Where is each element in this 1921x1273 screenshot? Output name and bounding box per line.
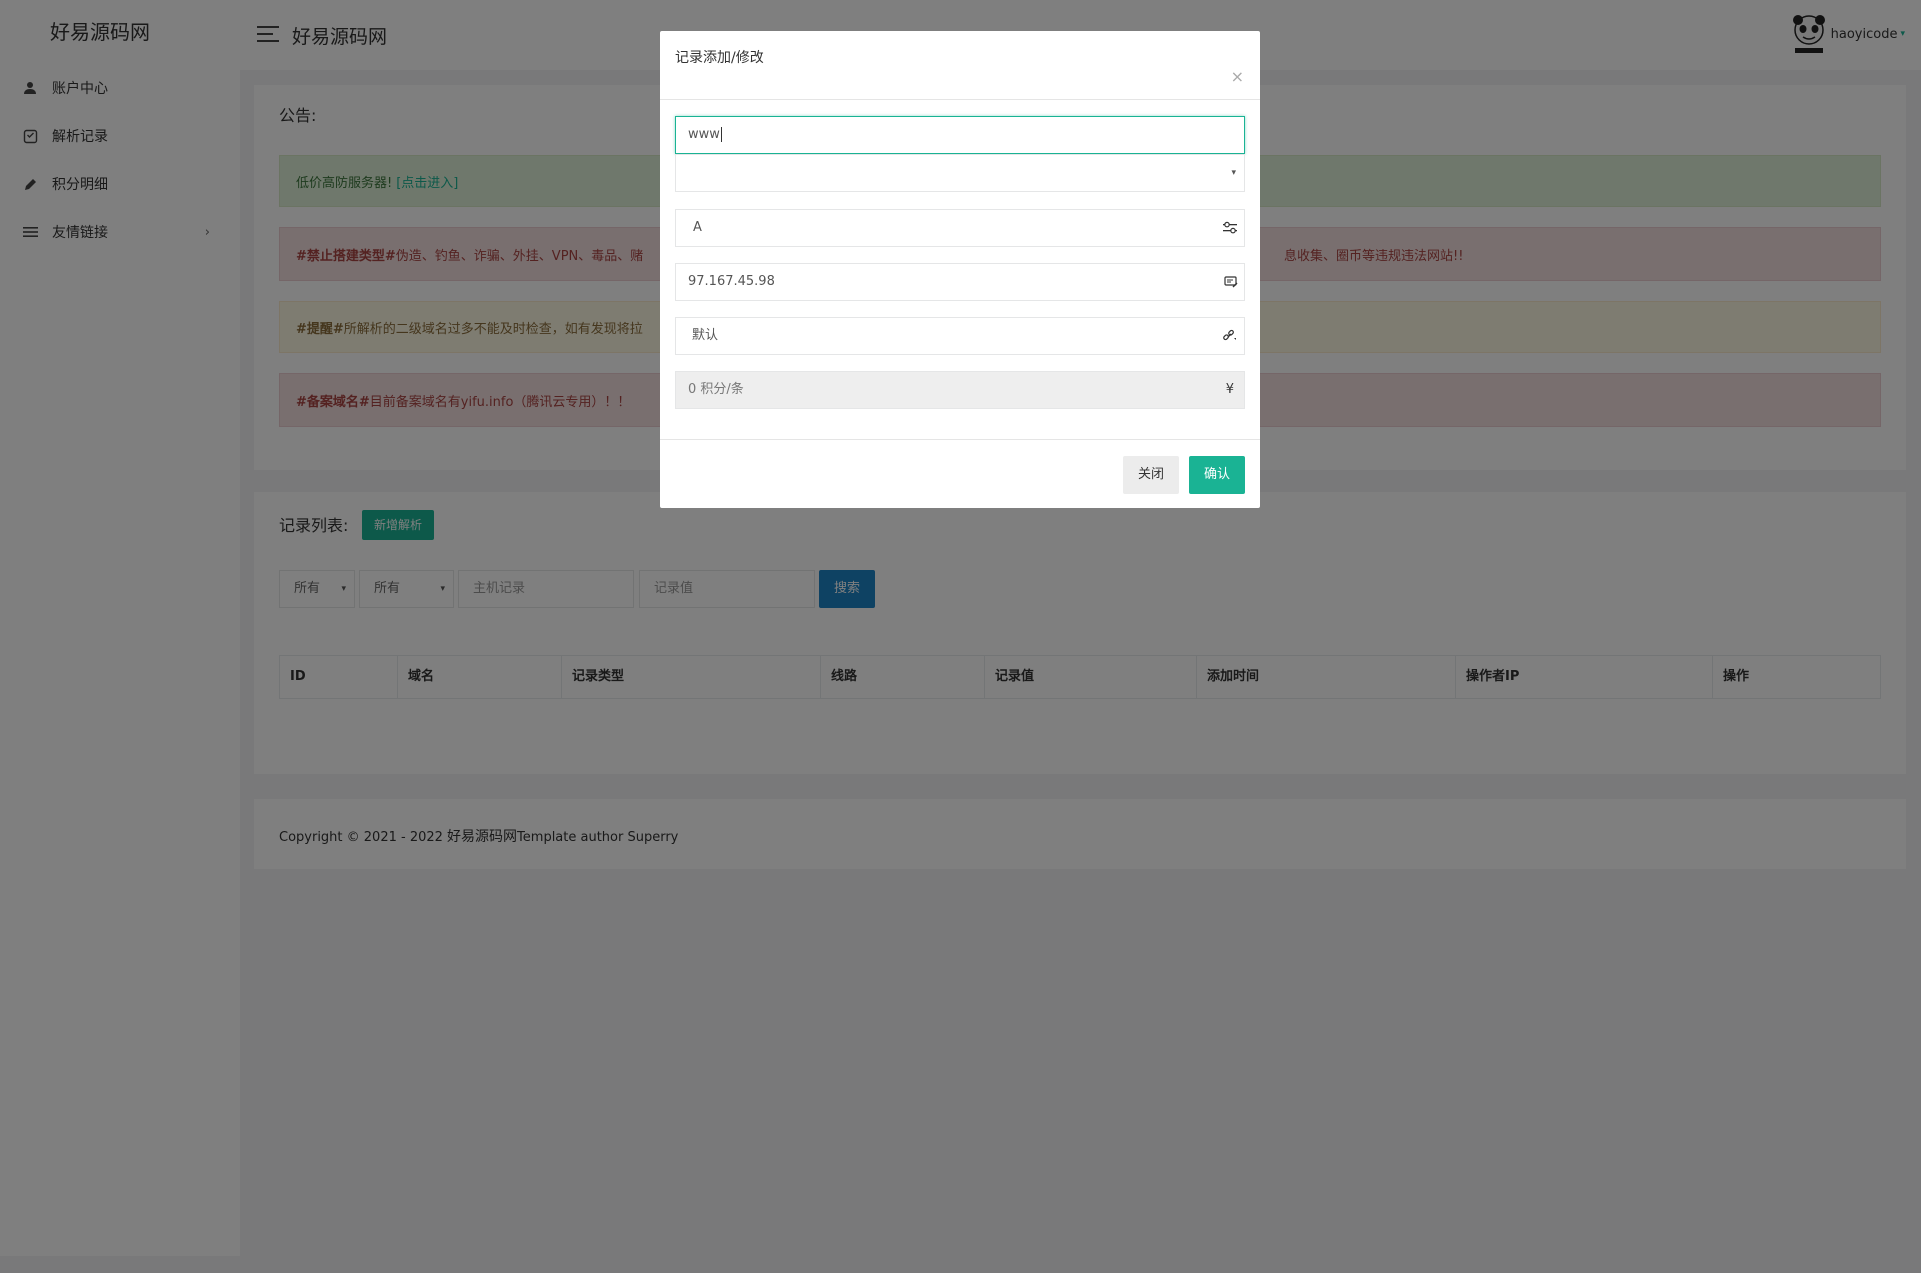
- link-icon: [1222, 318, 1238, 354]
- edit-icon: [1224, 264, 1238, 300]
- record-type-select[interactable]: A: [675, 209, 1245, 247]
- host-input[interactable]: www: [675, 116, 1245, 154]
- yen-icon: ¥: [1225, 382, 1234, 397]
- record-value-field[interactable]: 97.167.45.98: [675, 263, 1245, 301]
- cost-field: 0 积分/条 ¥: [675, 371, 1245, 409]
- close-button[interactable]: 关闭: [1123, 456, 1179, 494]
- modal-title: 记录添加/修改: [675, 50, 764, 66]
- modal-header: 记录添加/修改 ×: [660, 31, 1260, 100]
- settings-icon: [1222, 210, 1238, 246]
- dropdown-arrow-icon: ▾: [1231, 168, 1236, 178]
- record-edit-modal: 记录添加/修改 × www ▾ A 97.167.45.98 默认 0 积分/条…: [660, 31, 1260, 508]
- close-icon[interactable]: ×: [1231, 67, 1244, 86]
- confirm-button[interactable]: 确认: [1189, 456, 1245, 494]
- text-cursor: [720, 127, 722, 142]
- line-select[interactable]: 默认: [675, 317, 1245, 355]
- domain-select[interactable]: ▾: [675, 154, 1245, 192]
- modal-footer: 关闭 确认: [660, 439, 1260, 508]
